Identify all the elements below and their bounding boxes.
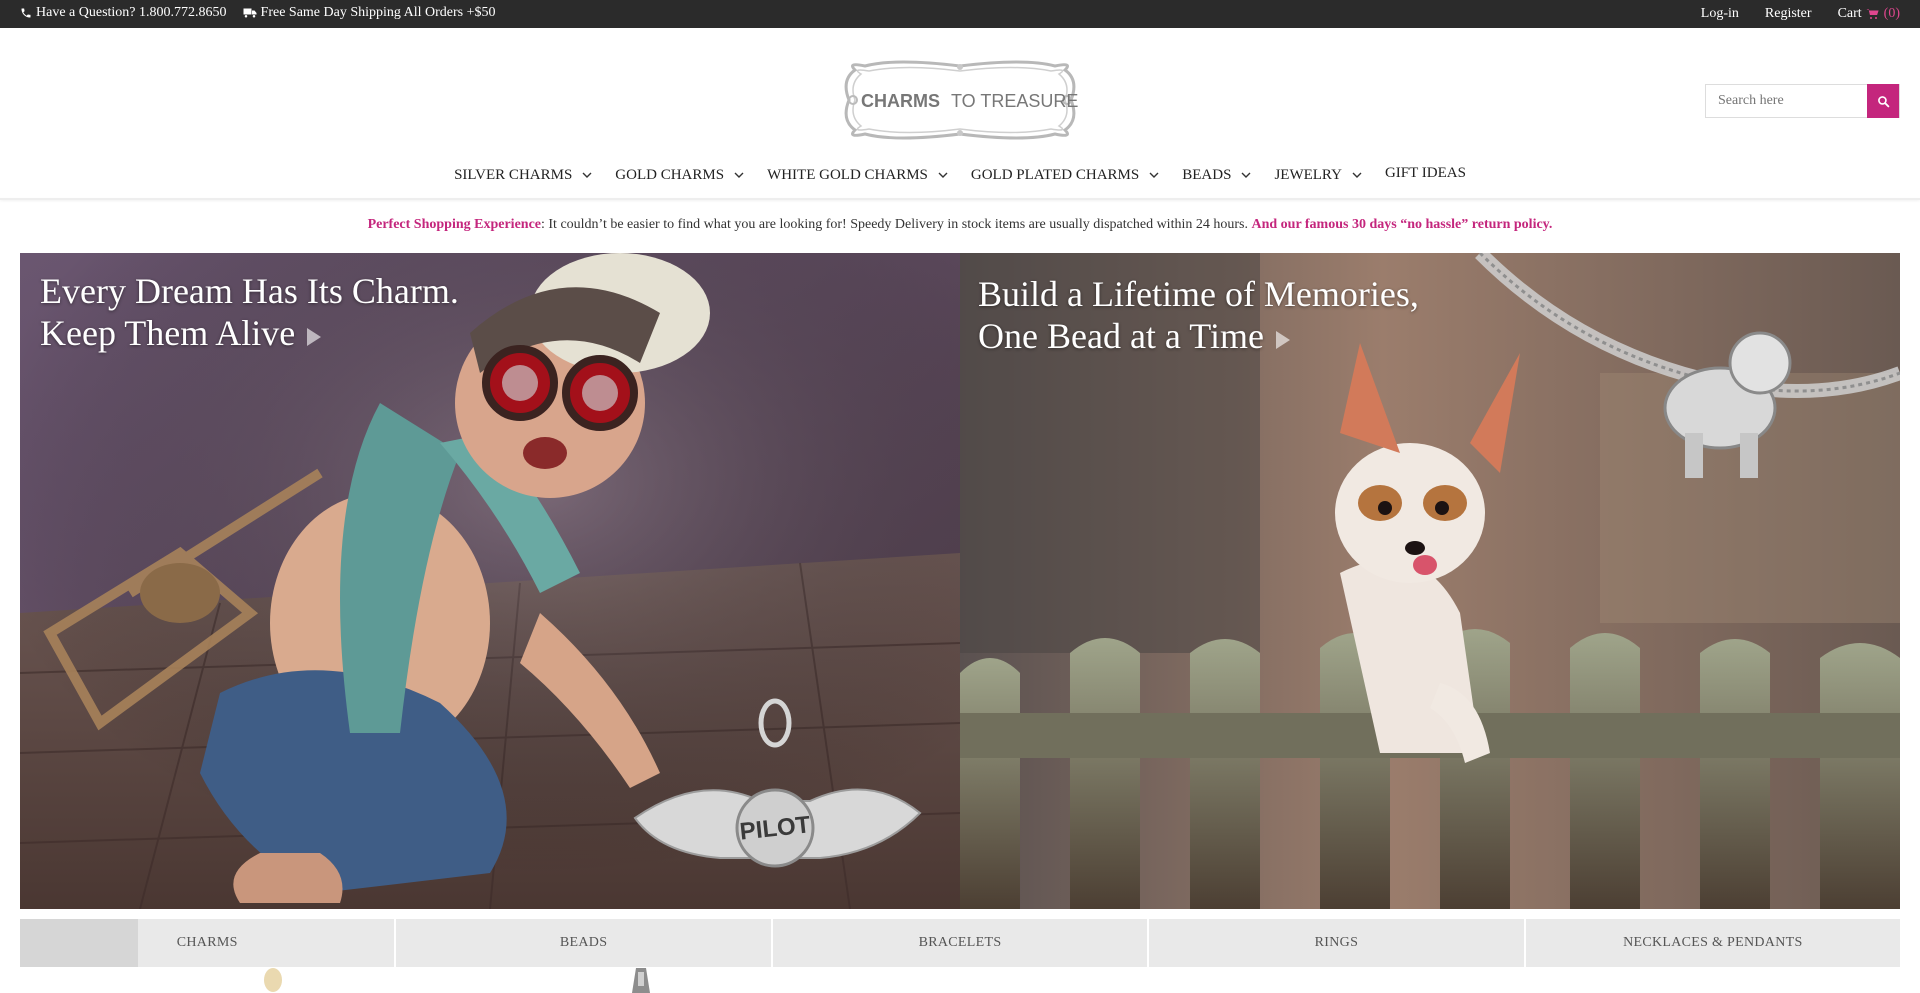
hero-left-line2: Keep Them Alive	[40, 313, 296, 353]
tab-bracelets[interactable]: BRACELETS	[772, 919, 1148, 967]
cart-icon	[1866, 9, 1879, 19]
cart-link[interactable]: Cart (0)	[1838, 6, 1900, 22]
category-tabs: CHARMS BEADS BRACELETS RINGS NECKLACES &…	[20, 919, 1901, 967]
main-nav: SILVER CHARMS GOLD CHARMS WHITE GOLD CHA…	[0, 165, 1920, 199]
search-box	[1705, 84, 1900, 118]
nav-label: GIFT IDEAS	[1384, 164, 1466, 181]
hero-headline-left[interactable]: Every Dream Has Its Charm. Keep Them Ali…	[40, 270, 459, 354]
tab-rings[interactable]: RINGS	[1149, 919, 1524, 967]
search-icon	[1877, 95, 1889, 107]
promo-banner: Perfect Shopping Experience: It couldn’t…	[0, 217, 1920, 233]
chevron-down-icon	[1149, 172, 1159, 178]
hero-right-line2: One Bead at a Time	[978, 316, 1264, 356]
nav-label: WHITE GOLD CHARMS	[767, 166, 928, 183]
nav-label: JEWELRY	[1274, 166, 1342, 183]
nav-jewelry[interactable]: JEWELRY	[1274, 165, 1363, 185]
product-thumbnail-gold-charm[interactable]	[258, 968, 288, 993]
nav-divider	[0, 198, 1920, 200]
nav-gift-ideas[interactable]: GIFT IDEAS	[1385, 163, 1466, 183]
cart-label: Cart	[1837, 6, 1862, 21]
login-link[interactable]: Log-in	[1701, 6, 1739, 22]
tab-label: NECKLACES & PENDANTS	[1623, 935, 1803, 950]
hero-panel-charms[interactable]: PILOT Every Dream Has Its Charm. Keep Th…	[20, 253, 960, 909]
promo-body: : It couldn’t be easier to find what you…	[541, 217, 1248, 232]
cart-count: (0)	[1883, 6, 1900, 21]
chevron-down-icon	[1352, 172, 1362, 178]
shipping-notice: Free Same Day Shipping All Orders +$50	[243, 5, 496, 21]
phone-icon	[21, 8, 31, 18]
tab-necklaces-pendants[interactable]: NECKLACES & PENDANTS	[1525, 919, 1901, 967]
nav-white-gold-charms[interactable]: WHITE GOLD CHARMS	[767, 165, 949, 185]
site-logo[interactable]: CHARMS TO TREASURE	[835, 60, 1085, 140]
play-arrow-icon	[1275, 330, 1290, 349]
chevron-down-icon	[582, 172, 592, 178]
nav-beads[interactable]: BEADS	[1182, 165, 1252, 185]
phone-text: Have a Question? 1.800.772.8650	[36, 5, 227, 20]
logo-text-bold: CHARMS	[861, 91, 940, 111]
hero-headline-right[interactable]: Build a Lifetime of Memories, One Bead a…	[978, 273, 1419, 357]
nav-label: BEADS	[1182, 166, 1232, 183]
tab-label: CHARMS	[176, 935, 238, 950]
nav-silver-charms[interactable]: SILVER CHARMS	[454, 165, 593, 185]
chevron-down-icon	[938, 172, 948, 178]
top-bar: Have a Question? 1.800.772.8650 Free Sam…	[0, 0, 1920, 28]
nav-gold-charms[interactable]: GOLD CHARMS	[615, 165, 745, 185]
register-link[interactable]: Register	[1765, 6, 1812, 22]
tab-active-indicator	[20, 919, 138, 967]
hero-banner: PILOT Every Dream Has Its Charm. Keep Th…	[20, 253, 1900, 909]
product-thumbnail-silver-charm[interactable]	[626, 968, 656, 993]
search-input[interactable]	[1706, 85, 1867, 117]
play-arrow-icon	[307, 327, 322, 346]
tab-beads[interactable]: BEADS	[396, 919, 771, 967]
truck-icon	[243, 8, 257, 18]
nav-label: GOLD PLATED CHARMS	[970, 166, 1140, 183]
tab-label: BRACELETS	[918, 935, 1002, 950]
promo-lead[interactable]: Perfect Shopping Experience	[368, 217, 541, 232]
tab-label: BEADS	[559, 935, 608, 950]
tab-label: RINGS	[1314, 935, 1359, 950]
tab-charms[interactable]: CHARMS	[20, 919, 395, 967]
hero-left-line1: Every Dream Has Its Charm.	[40, 271, 459, 311]
search-button[interactable]	[1867, 84, 1899, 118]
shipping-text: Free Same Day Shipping All Orders +$50	[260, 5, 496, 20]
hero-right-line1: Build a Lifetime of Memories,	[978, 274, 1419, 314]
hero-panel-beads[interactable]: Build a Lifetime of Memories, One Bead a…	[960, 253, 1900, 909]
promo-tail[interactable]: And our famous 30 days “no hassle” retur…	[1251, 217, 1552, 232]
nav-label: SILVER CHARMS	[454, 166, 573, 183]
logo-text-regular: TO TREASURE	[951, 91, 1078, 111]
nav-gold-plated-charms[interactable]: GOLD PLATED CHARMS	[971, 165, 1160, 185]
nav-label: GOLD CHARMS	[615, 166, 725, 183]
chevron-down-icon	[1241, 172, 1251, 178]
phone-contact[interactable]: Have a Question? 1.800.772.8650	[20, 5, 227, 21]
chevron-down-icon	[734, 172, 744, 178]
